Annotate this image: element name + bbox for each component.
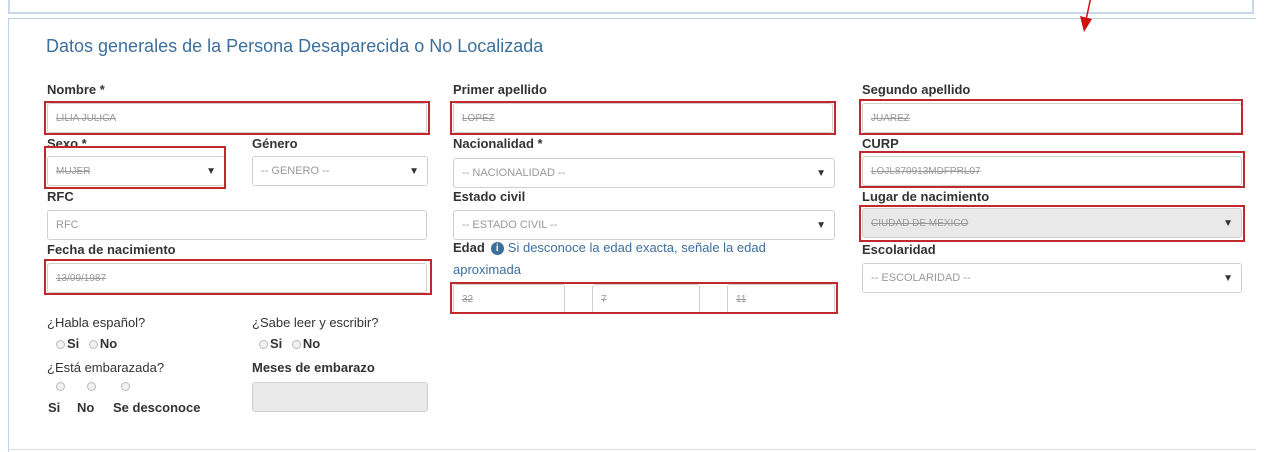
estado-civil-value: -- ESTADO CIVIL -- <box>462 219 558 231</box>
primer-apellido-input[interactable]: LOPEZ <box>453 103 833 133</box>
edad-label: Edad i Si desconoce la edad exacta, señale… <box>453 240 766 256</box>
estado-civil-select[interactable]: -- ESTADO CIVIL -- ▼ <box>453 210 835 240</box>
primer-apellido-label: Primer apellido <box>453 82 547 97</box>
edad-help-text-2: aproximada <box>453 262 521 277</box>
curp-input[interactable]: LOJL870913MDFPRL07 <box>862 156 1242 186</box>
habla-espanol-no-radio[interactable] <box>88 340 98 350</box>
red-arrow-annotation <box>1080 0 1092 32</box>
edad-meses-input[interactable]: 7 <box>592 284 700 314</box>
nombre-value: LILIA JULICA <box>56 112 117 124</box>
section-title: Datos generales de la Persona Desapareci… <box>46 36 544 56</box>
estado-civil-label: Estado civil <box>453 189 526 204</box>
panel-divider <box>8 449 1256 450</box>
info-icon: i <box>490 242 504 256</box>
escolaridad-value: -- ESCOLARIDAD -- <box>871 272 971 284</box>
embarazada-desconoce-radio[interactable] <box>121 382 130 391</box>
nacionalidad-label: Nacionalidad * <box>453 136 543 151</box>
estado-civil-dropdown-icon: ▼ <box>816 219 826 231</box>
lugar-nacimiento-label: Lugar de nacimiento <box>862 189 990 204</box>
sabe-leer-label: ¿Sabe leer y escribir? <box>252 315 379 330</box>
escolaridad-dropdown-icon: ▼ <box>1223 272 1233 284</box>
primer-apellido-value: LOPEZ <box>462 112 495 124</box>
curp-label: CURP <box>862 136 899 151</box>
edad-label-text: Edad <box>453 240 485 255</box>
meses-embarazo-input[interactable] <box>252 382 428 412</box>
escolaridad-select[interactable]: -- ESCOLARIDAD -- ▼ <box>862 263 1242 293</box>
fecha-nacimiento-value: 13/09/1987 <box>56 272 107 284</box>
lugar-nacimiento-value: CIUDAD DE MEXICO <box>871 217 969 229</box>
edad-dias-value: 11 <box>736 293 747 305</box>
edad-dias-input[interactable]: 11 <box>727 284 835 314</box>
habla-espanol-si-label: Si <box>67 336 80 351</box>
rfc-input[interactable]: RFC <box>47 210 427 240</box>
embarazada-label: ¿Está embarazada? <box>47 360 165 375</box>
habla-espanol-si-radio[interactable] <box>56 340 65 350</box>
embarazada-si-radio[interactable] <box>56 382 65 391</box>
meses-embarazo-label: Meses de embarazo <box>252 360 375 375</box>
curp-value: LOJL870913MDFPRL07 <box>871 165 981 177</box>
embarazada-no-radio[interactable] <box>87 382 96 391</box>
sabe-leer-options: Si No <box>259 336 320 351</box>
sexo-value: MUJER <box>56 165 91 177</box>
escolaridad-label: Escolaridad <box>862 242 936 257</box>
sabe-leer-no-radio[interactable] <box>291 340 301 350</box>
nombre-input[interactable]: LILIA JULICA <box>47 103 427 133</box>
sabe-leer-si-label: Si <box>270 336 283 351</box>
embarazada-no-label: No <box>77 400 95 415</box>
edad-help-text: Si desconoce la edad exacta, señale la e… <box>507 240 766 255</box>
nacionalidad-select[interactable]: -- NACIONALIDAD -- ▼ <box>453 158 835 188</box>
segundo-apellido-value: JUAREZ <box>871 112 910 124</box>
habla-espanol-no-label: No <box>99 336 118 351</box>
edad-meses-value: 7 <box>601 293 607 305</box>
rfc-placeholder: RFC <box>56 219 79 231</box>
sexo-select[interactable]: MUJER ▼ <box>47 156 225 186</box>
previous-panel-edge <box>8 0 1254 14</box>
segundo-apellido-input[interactable]: JUAREZ <box>862 103 1242 133</box>
sabe-leer-no-label: No <box>302 336 321 351</box>
genero-value: -- GENERO -- <box>261 165 330 177</box>
sexo-label: Sexo * <box>47 136 87 151</box>
lugar-nacimiento-select[interactable]: CIUDAD DE MEXICO ▼ <box>862 208 1242 238</box>
edad-anios-value: 32 <box>462 293 474 305</box>
genero-label: Género <box>252 136 298 151</box>
sabe-leer-si-radio[interactable] <box>259 340 268 350</box>
habla-espanol-label: ¿Habla español? <box>47 315 146 330</box>
nacionalidad-dropdown-icon: ▼ <box>816 167 826 179</box>
lugar-nacimiento-dropdown-icon: ▼ <box>1223 217 1233 229</box>
embarazada-desconoce-label: Se desconoce <box>113 400 201 415</box>
edad-anios-input[interactable]: 32 <box>453 284 565 314</box>
segundo-apellido-label: Segundo apellido <box>862 82 971 97</box>
rfc-label: RFC <box>47 189 74 204</box>
embarazada-si-label: Si <box>48 400 61 415</box>
nacionalidad-value: -- NACIONALIDAD -- <box>462 167 566 179</box>
habla-espanol-options: Si No <box>56 336 117 351</box>
fecha-nacimiento-input[interactable]: 13/09/1987 <box>47 263 427 293</box>
fecha-nacimiento-label: Fecha de nacimiento <box>47 242 176 257</box>
nombre-label: Nombre * <box>47 82 105 97</box>
genero-dropdown-icon: ▼ <box>409 165 419 177</box>
genero-select[interactable]: -- GENERO -- ▼ <box>252 156 428 186</box>
sexo-dropdown-icon: ▼ <box>206 165 216 177</box>
